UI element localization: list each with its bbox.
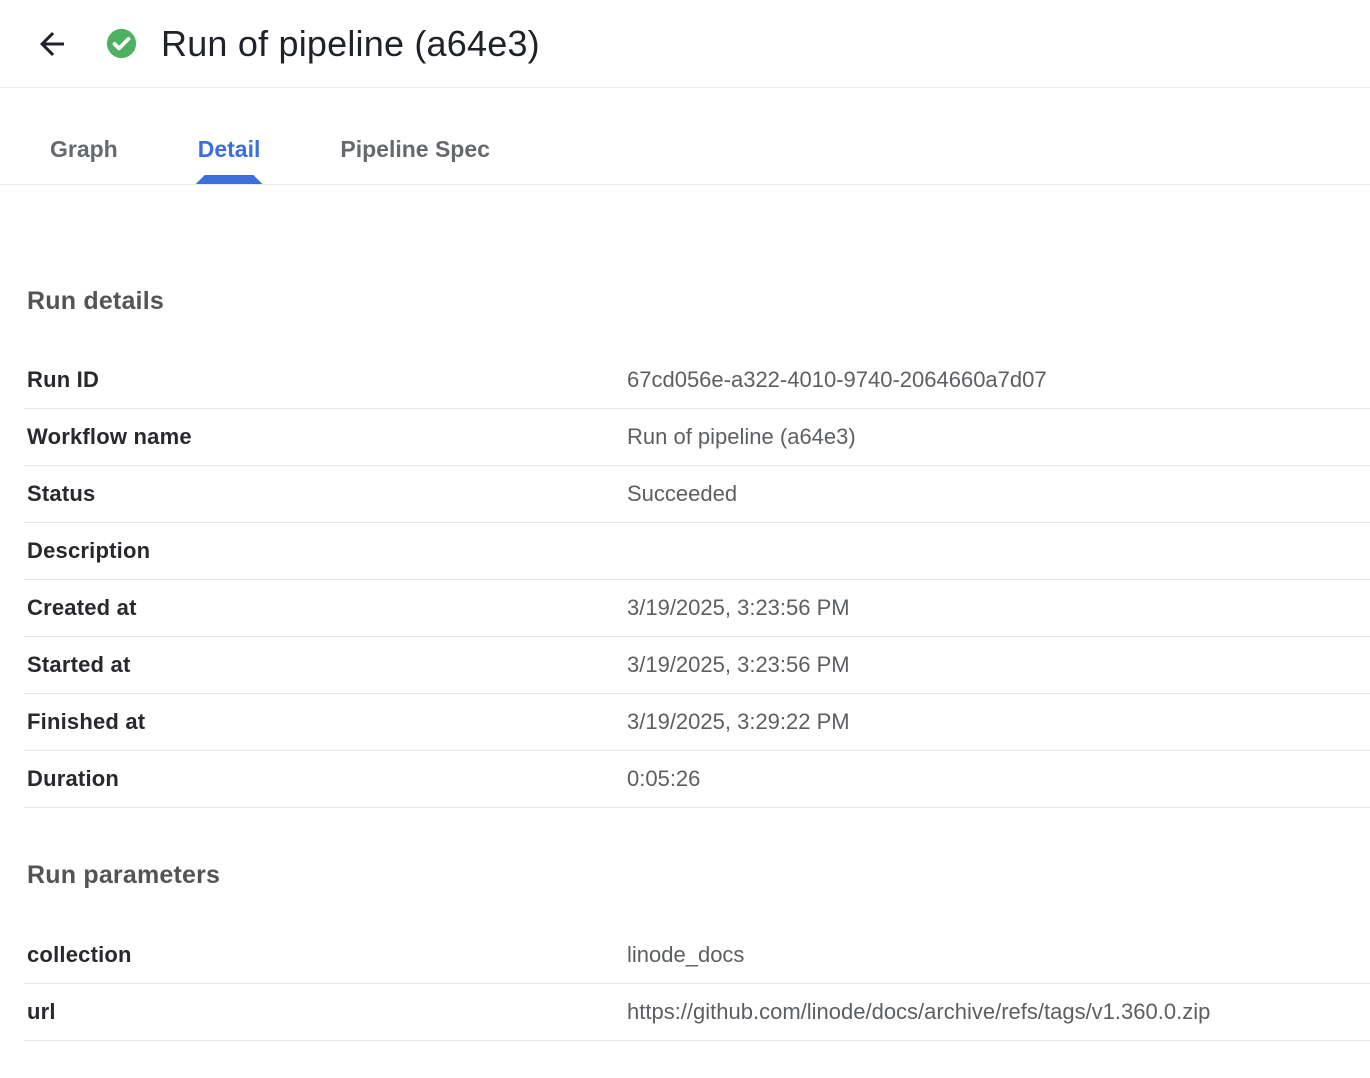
tab-graph-label: Graph bbox=[50, 136, 118, 162]
tab-graph[interactable]: Graph bbox=[10, 136, 158, 184]
row-value: Run of pipeline (a64e3) bbox=[627, 424, 1370, 450]
table-row-run-id: Run ID 67cd056e-a322-4010-9740-2064660a7… bbox=[24, 352, 1370, 409]
row-value: 67cd056e-a322-4010-9740-2064660a7d07 bbox=[627, 367, 1370, 393]
row-value: linode_docs bbox=[627, 942, 1370, 968]
row-value: Succeeded bbox=[627, 481, 1370, 507]
tab-detail[interactable]: Detail bbox=[158, 136, 301, 184]
row-value: 3/19/2025, 3:23:56 PM bbox=[627, 595, 1370, 621]
table-row-collection: collection linode_docs bbox=[24, 927, 1370, 984]
active-tab-indicator bbox=[196, 175, 263, 184]
run-detail-content: Run details Run ID 67cd056e-a322-4010-97… bbox=[0, 287, 1370, 1041]
run-parameters-table: collection linode_docs url https://githu… bbox=[24, 927, 1370, 1041]
row-value: 3/19/2025, 3:29:22 PM bbox=[627, 709, 1370, 735]
row-value: 0:05:26 bbox=[627, 766, 1370, 792]
table-row-description: Description bbox=[24, 523, 1370, 580]
row-value: https://github.com/linode/docs/archive/r… bbox=[627, 999, 1370, 1025]
tab-pipeline-spec-label: Pipeline Spec bbox=[340, 136, 490, 162]
row-label: url bbox=[27, 999, 627, 1025]
table-row-status: Status Succeeded bbox=[24, 466, 1370, 523]
run-header: Run of pipeline (a64e3) bbox=[0, 0, 1370, 88]
row-label: Created at bbox=[27, 595, 627, 621]
row-label: Duration bbox=[27, 766, 627, 792]
table-row-workflow-name: Workflow name Run of pipeline (a64e3) bbox=[24, 409, 1370, 466]
tab-detail-label: Detail bbox=[198, 136, 261, 162]
table-row-finished-at: Finished at 3/19/2025, 3:29:22 PM bbox=[24, 694, 1370, 751]
table-row-created-at: Created at 3/19/2025, 3:23:56 PM bbox=[24, 580, 1370, 637]
row-label: collection bbox=[27, 942, 627, 968]
row-label: Status bbox=[27, 481, 627, 507]
row-label: Started at bbox=[27, 652, 627, 678]
row-label: Workflow name bbox=[27, 424, 627, 450]
page-title: Run of pipeline (a64e3) bbox=[161, 23, 540, 65]
row-label: Finished at bbox=[27, 709, 627, 735]
run-details-heading: Run details bbox=[0, 287, 1370, 316]
tab-pipeline-spec[interactable]: Pipeline Spec bbox=[300, 136, 530, 184]
row-value: 3/19/2025, 3:23:56 PM bbox=[627, 652, 1370, 678]
tab-bar: Graph Detail Pipeline Spec bbox=[0, 88, 1370, 185]
table-row-duration: Duration 0:05:26 bbox=[24, 751, 1370, 808]
row-label: Run ID bbox=[27, 367, 627, 393]
row-label: Description bbox=[27, 538, 627, 564]
back-button[interactable] bbox=[32, 24, 72, 64]
arrow-back-icon bbox=[34, 26, 70, 62]
success-status-icon bbox=[104, 26, 139, 61]
run-parameters-heading: Run parameters bbox=[0, 861, 1370, 890]
table-row-started-at: Started at 3/19/2025, 3:23:56 PM bbox=[24, 637, 1370, 694]
table-row-url: url https://github.com/linode/docs/archi… bbox=[24, 984, 1370, 1041]
run-details-table: Run ID 67cd056e-a322-4010-9740-2064660a7… bbox=[24, 352, 1370, 808]
